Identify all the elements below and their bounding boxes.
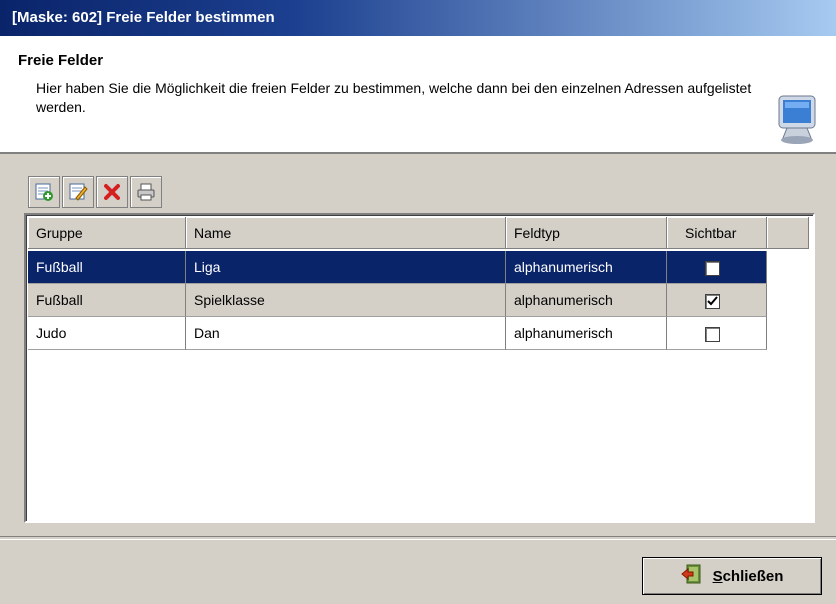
delete-button[interactable] [96,176,128,208]
table-row[interactable]: Judo Dan alphanumerisch [28,317,767,350]
window-title: [Maske: 602] Freie Felder bestimmen [12,9,275,26]
cell-name: Dan [186,317,506,350]
cell-sichtbar [667,251,767,284]
footer-separator [0,536,836,540]
sichtbar-checkbox[interactable] [705,261,720,276]
column-header-feldtyp[interactable]: Feldtyp [506,217,667,249]
header-title: Freie Felder [18,52,104,69]
sichtbar-checkbox[interactable] [705,327,720,342]
free-fields-table: Gruppe Name Feldtyp Sichtbar Fußball Lig… [24,213,815,523]
table-row[interactable]: Fußball Spielklasse alphanumerisch [28,284,767,317]
header-description: Hier haben Sie die Möglichkeit die freie… [36,80,752,115]
toolbar [24,172,172,210]
cell-sichtbar [667,317,767,350]
close-label: chließen [722,567,784,585]
cell-name: Spielklasse [186,284,506,317]
edit-record-button[interactable] [62,176,94,208]
close-button[interactable]: Schließen [642,557,822,595]
sichtbar-checkbox[interactable] [705,294,720,309]
checkmark-icon [707,296,718,306]
edit-record-icon [69,183,88,201]
column-header-name[interactable]: Name [186,217,506,249]
cell-name: Liga [186,251,506,284]
cell-feldtyp: alphanumerisch [506,284,667,317]
cell-feldtyp: alphanumerisch [506,251,667,284]
computer-monitor-icon [773,92,823,148]
header-panel: Freie Felder Hier haben Sie die Möglichk… [0,36,836,154]
column-header-filler [767,217,809,249]
close-mnemonic: S [712,567,723,585]
column-header-sichtbar[interactable]: Sichtbar [667,217,767,249]
delete-icon [104,184,120,200]
cell-sichtbar [667,284,767,317]
table-row[interactable]: Fußball Liga alphanumerisch [28,251,767,284]
column-header-gruppe[interactable]: Gruppe [28,217,186,249]
exit-door-icon [680,564,703,588]
print-icon [137,183,155,201]
add-record-button[interactable] [28,176,60,208]
cell-gruppe: Judo [28,317,186,350]
add-record-icon [35,183,53,201]
cell-gruppe: Fußball [28,251,186,284]
cell-gruppe: Fußball [28,284,186,317]
table-header: Gruppe Name Feldtyp Sichtbar [28,217,809,251]
window-titlebar: [Maske: 602] Freie Felder bestimmen [0,0,836,36]
print-button[interactable] [130,176,162,208]
cell-feldtyp: alphanumerisch [506,317,667,350]
